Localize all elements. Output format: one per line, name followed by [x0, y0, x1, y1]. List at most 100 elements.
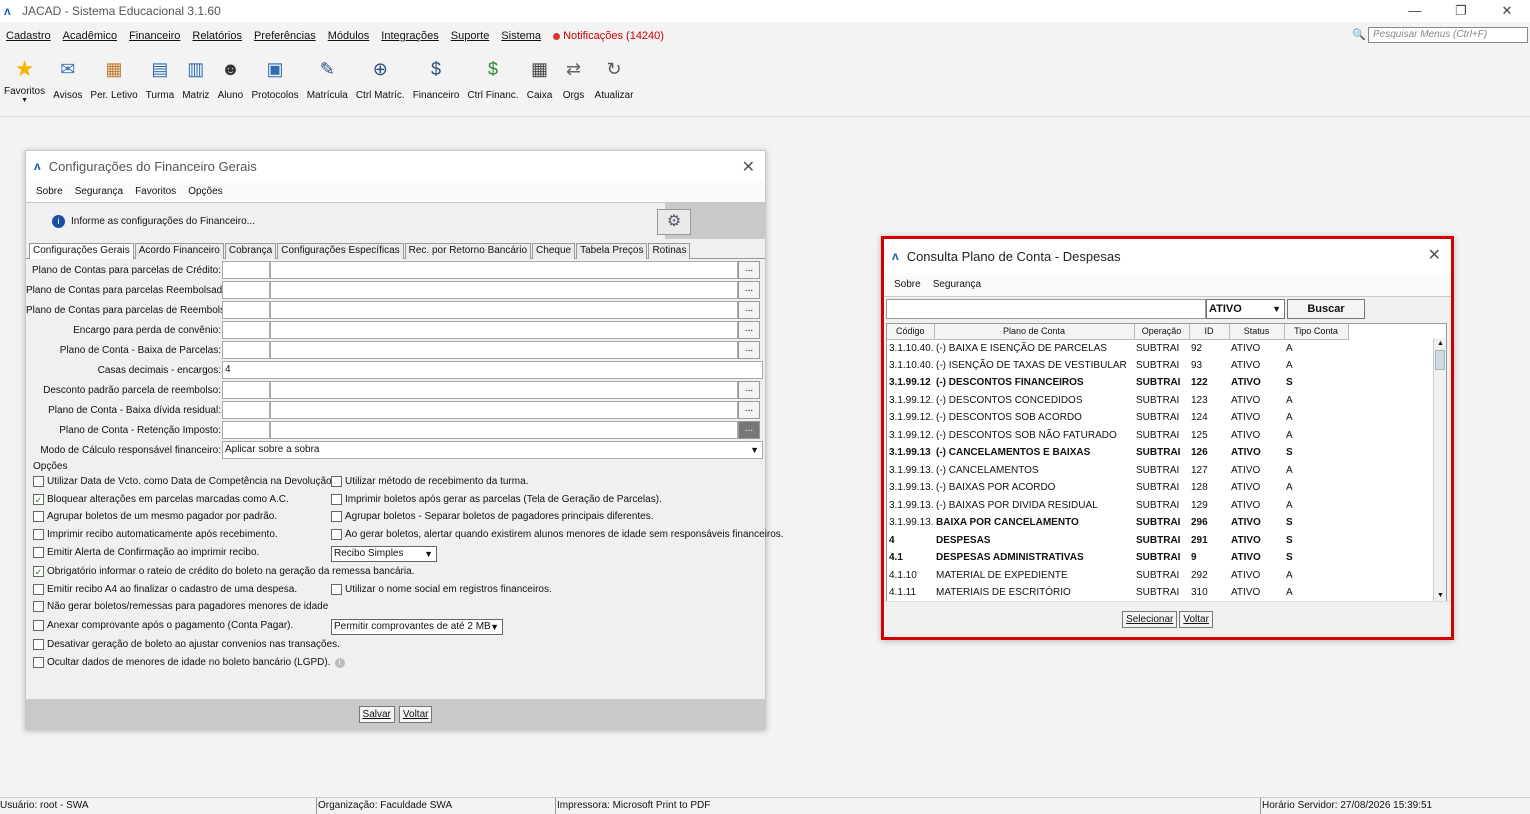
account-code-input[interactable]	[222, 261, 270, 279]
option-checkbox[interactable]: Agrupar boletos de um mesmo pagador por …	[33, 511, 277, 522]
menu-relatorios[interactable]: Relatórios	[192, 30, 242, 42]
account-code-input[interactable]	[222, 321, 270, 339]
toolbar-enrollment-button[interactable]: ✎ Matrícula	[307, 54, 348, 102]
checkbox-icon[interactable]	[331, 529, 342, 540]
lookup-button[interactable]: ...	[738, 301, 760, 319]
settings-gear-button[interactable]: ⚙	[657, 209, 691, 235]
restore-icon[interactable]: ❐	[1438, 0, 1484, 22]
checkbox-checked-icon[interactable]: ✓	[33, 494, 44, 505]
option-checkbox[interactable]: Utilizar Data de Vcto. como Data de Comp…	[33, 476, 334, 487]
table-row[interactable]: 3.1.99.13 (-) CANCELAMENTOS E BAIXAS SUBTR…	[887, 444, 1348, 462]
checkbox-icon[interactable]	[331, 476, 342, 487]
account-code-input[interactable]	[222, 341, 270, 359]
tab-1[interactable]: Acordo Financeiro	[134, 243, 224, 259]
checkbox-icon[interactable]	[33, 639, 44, 650]
table-row[interactable]: 3.1.99.12....(-) DESCONTOS SOB NÃO FATUR…	[887, 427, 1348, 445]
lookup-button[interactable]: ...	[738, 321, 760, 339]
checkbox-icon[interactable]	[33, 584, 44, 595]
toolbar-swap-button[interactable]: ⇄ Orgs	[561, 54, 587, 102]
option-checkbox[interactable]: Imprimir recibo automaticamente após rec…	[33, 529, 278, 540]
option-checkbox[interactable]: Desativar geração de boleto ao ajustar c…	[33, 639, 340, 650]
vertical-scrollbar[interactable]: ▲ ▼	[1433, 338, 1446, 601]
toolbar-calendar-button[interactable]: ▦ Per. Letivo	[90, 54, 137, 102]
lookup-button[interactable]: ...	[738, 281, 760, 299]
toolbar-class-button[interactable]: ▤ Turma	[146, 54, 175, 102]
checkbox-icon[interactable]	[33, 601, 44, 612]
table-row[interactable]: 3.1.99.12....(-) DESCONTOS CONCEDIDOS SUB…	[887, 392, 1348, 410]
option-checkbox[interactable]: ✓ Bloquear alterações em parcelas marcada…	[33, 494, 289, 505]
menu-seguranca[interactable]: Segurança	[75, 186, 123, 197]
table-row[interactable]: 4.1.10 MATERIAL DE EXPEDIENTE SUBTRAI 292 AT…	[887, 567, 1348, 585]
menu-modulos[interactable]: Módulos	[328, 30, 370, 42]
toolbar-enrollment-control-button[interactable]: ⊕ Ctrl Matríc.	[356, 54, 405, 102]
column-header[interactable]: Status	[1229, 324, 1285, 340]
tab-2[interactable]: Cobrança	[224, 243, 277, 259]
option-checkbox[interactable]: Anexar comprovante após o pagamento (Con…	[33, 620, 293, 631]
option-checkbox[interactable]: Emitir recibo A4 ao finalizar o cadastro…	[33, 584, 297, 595]
toolbar-cash-register-button[interactable]: ▦ Caixa	[527, 54, 553, 102]
checkbox-icon[interactable]	[33, 529, 44, 540]
account-code-input[interactable]	[222, 421, 270, 439]
lookup-button[interactable]: ...	[738, 421, 760, 439]
menu-financeiro[interactable]: Financeiro	[129, 30, 180, 42]
table-row[interactable]: 3.1.99.12....(-) DESCONTOS SOB ACORDO SUB…	[887, 409, 1348, 427]
toolbar-star-button[interactable]: ★ Favoritos ▼	[4, 54, 45, 105]
scroll-up-icon[interactable]: ▲	[1434, 338, 1446, 349]
column-header[interactable]: ID	[1189, 324, 1230, 340]
account-description-input[interactable]	[270, 301, 738, 319]
toolbar-protocol-button[interactable]: ▣ Protocolos	[251, 54, 298, 102]
checkbox-icon[interactable]	[331, 511, 342, 522]
back-button[interactable]: Voltar	[398, 705, 433, 723]
option-checkbox[interactable]: Agrupar boletos - Separar boletos de pag…	[331, 511, 654, 522]
table-row[interactable]: 4.1 DESPESAS ADMINISTRATIVAS SUBTRAI 9 ATIVO…	[887, 549, 1348, 567]
chevron-down-icon[interactable]: ▼	[21, 97, 28, 105]
scroll-thumb[interactable]	[1435, 350, 1445, 370]
account-description-input[interactable]	[270, 321, 738, 339]
help-icon[interactable]: i	[334, 657, 345, 668]
tab-0[interactable]: Configurações Gerais	[29, 243, 134, 259]
comprovante-size-select[interactable]: Permitir comprovantes de até 2 MB ▼	[331, 619, 503, 635]
account-description-input[interactable]	[270, 421, 738, 439]
account-description-input[interactable]	[270, 341, 738, 359]
checkbox-icon[interactable]	[33, 511, 44, 522]
lookup-button[interactable]: ...	[738, 261, 760, 279]
toolbar-finance-button[interactable]: $ Financeiro	[413, 54, 460, 102]
account-description-input[interactable]	[270, 281, 738, 299]
account-code-input[interactable]	[222, 301, 270, 319]
checkbox-icon[interactable]	[33, 476, 44, 487]
close-icon[interactable]: ✕	[1484, 0, 1530, 22]
menu-favoritos[interactable]: Favoritos	[135, 186, 176, 197]
status-filter-select[interactable]: ATIVO ▼	[1206, 299, 1285, 319]
tab-5[interactable]: Cheque	[532, 243, 576, 259]
toolbar-mail-button[interactable]: ✉ Avisos	[53, 54, 82, 102]
lookup-button[interactable]: ...	[738, 381, 760, 399]
select-button[interactable]: Selecionar	[1122, 611, 1178, 628]
menu-sobre[interactable]: Sobre	[36, 186, 63, 197]
table-row[interactable]: 3.1.99.12 (-) DESCONTOS FINANCEIROS SUBTRA…	[887, 374, 1348, 392]
menu-opcoes[interactable]: Opções	[188, 186, 222, 197]
menu-suporte[interactable]: Suporte	[451, 30, 490, 42]
checkbox-checked-icon[interactable]: ✓	[33, 566, 44, 577]
toolbar-finance-control-button[interactable]: $ Ctrl Financ.	[467, 54, 518, 102]
menu-search-input[interactable]: Pesquisar Menus (Ctrl+F)	[1368, 27, 1528, 43]
option-checkbox[interactable]: Imprimir boletos após gerar as parcelas …	[331, 494, 662, 505]
checkbox-icon[interactable]	[331, 494, 342, 505]
lookup-button[interactable]: ...	[738, 341, 760, 359]
table-row[interactable]: 3.1.10.40....(-) BAIXA E ISENÇÃO DE PARC…	[887, 339, 1348, 357]
tab-7[interactable]: Rotinas	[648, 243, 691, 259]
save-button[interactable]: Salvar	[358, 705, 395, 723]
menu-cadastro[interactable]: Cadastro	[6, 30, 51, 42]
tab-4[interactable]: Rec. por Retorno Bancário	[404, 243, 532, 259]
table-row[interactable]: 4.1.11 MATERIAIS DE ESCRITÓRIO SUBTRAI 310 A…	[887, 584, 1348, 601]
close-icon[interactable]: ✕	[742, 157, 755, 177]
decimal-places-input[interactable]: 4	[222, 361, 763, 379]
checkbox-icon[interactable]	[331, 584, 342, 595]
close-icon[interactable]: ✕	[1428, 245, 1441, 265]
search-button[interactable]: Buscar	[1287, 299, 1365, 319]
menu-academico[interactable]: Acadêmico	[63, 30, 117, 42]
account-code-input[interactable]	[222, 381, 270, 399]
account-description-input[interactable]	[270, 381, 738, 399]
account-description-input[interactable]	[270, 401, 738, 419]
table-row[interactable]: 4 DESPESAS SUBTRAI 291 ATIVO S	[887, 532, 1348, 550]
table-row[interactable]: 3.1.99.13....(-) CANCELAMENTOS SUBTRAI 127…	[887, 462, 1348, 480]
